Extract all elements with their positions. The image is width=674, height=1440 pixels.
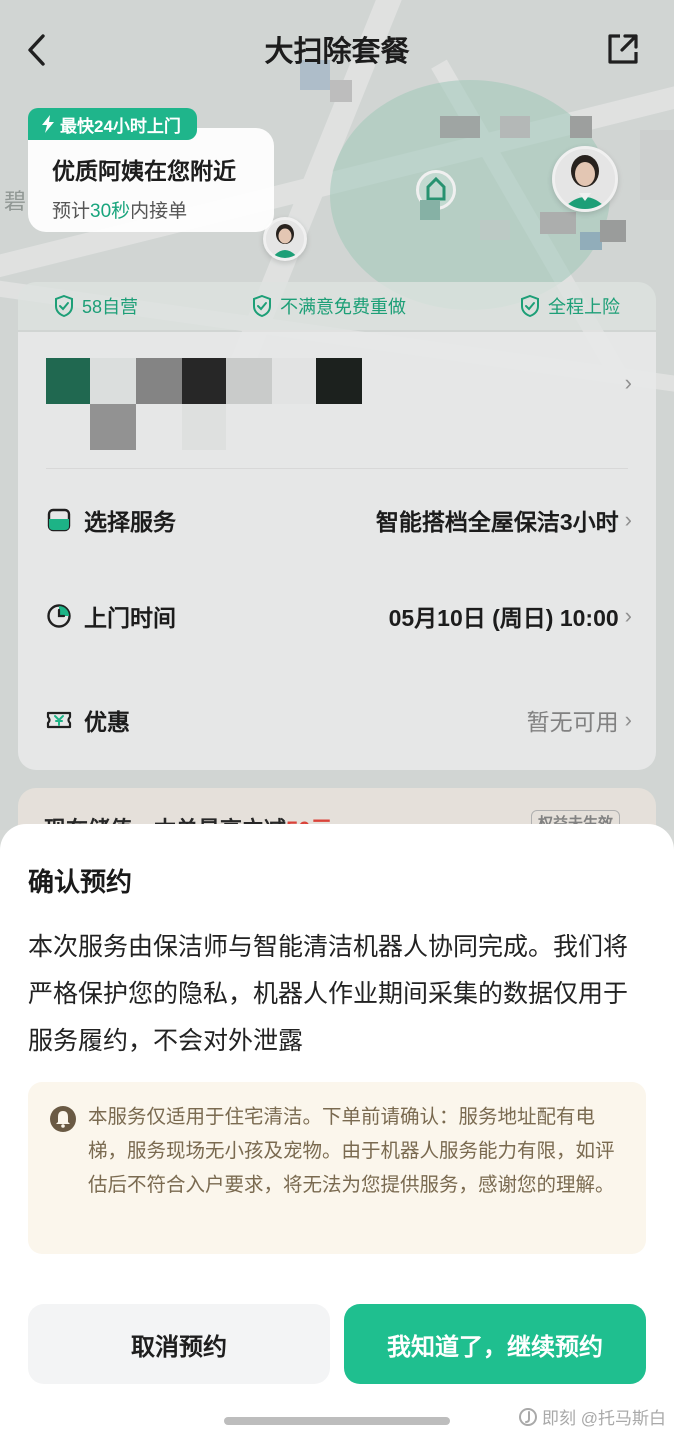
fastest-visit-badge: 最快24小时上门 [28, 108, 197, 140]
confirm-booking-sheet: 确认预约 本次服务由保洁师与智能清洁机器人协同完成。我们将严格保护您的隐私，机器… [0, 824, 674, 1440]
nearby-subtitle: 预计30秒内接单 [52, 196, 274, 223]
watermark: 即刻 @托马斯白 [518, 1404, 666, 1429]
nearby-cleaner-card: 优质阿姨在您附近 预计30秒内接单 [28, 128, 274, 232]
cancel-booking-button[interactable]: 取消预约 [28, 1304, 330, 1384]
continue-booking-button[interactable]: 我知道了，继续预约 [344, 1304, 646, 1384]
nearby-sub-highlight: 30秒 [90, 201, 131, 222]
nearby-title: 优质阿姨在您附近 [52, 158, 236, 184]
fastest-visit-label: 最快24小时上门 [60, 116, 181, 136]
bell-icon [50, 1106, 76, 1132]
notice-text: 本服务仅适用于住宅清洁。下单前请确认：服务地址配有电梯，服务现场无小孩及宠物。由… [88, 1106, 615, 1196]
nearby-sub-suffix: 内接单 [130, 201, 188, 222]
dialog-title: 确认预约 [28, 867, 133, 897]
service-notice: 本服务仅适用于住宅清洁。下单前请确认：服务地址配有电梯，服务现场无小孩及宠物。由… [28, 1082, 646, 1254]
jike-logo-icon [519, 1407, 538, 1426]
nearby-sub-prefix: 预计 [52, 201, 91, 222]
watermark-text: 即刻 @托马斯白 [542, 1409, 666, 1428]
lightning-icon [42, 115, 54, 133]
dialog-body: 本次服务由保洁师与智能清洁机器人协同完成。我们将严格保护您的隐私，机器人作业期间… [28, 933, 629, 1055]
home-indicator [224, 1417, 450, 1425]
